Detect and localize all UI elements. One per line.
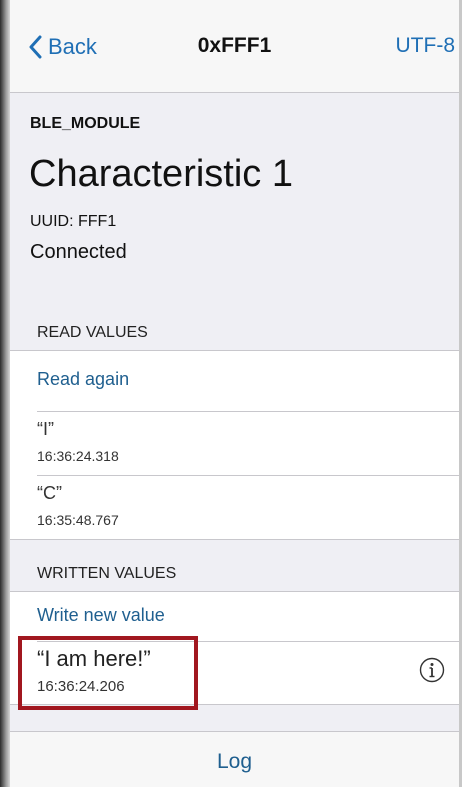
written-values-header-label: WRITTEN VALUES [37, 565, 177, 582]
connection-status: Connected [30, 241, 127, 263]
read-value: “C” [37, 483, 62, 503]
info-icon[interactable] [419, 657, 445, 683]
bottom-toolbar: Log [10, 731, 459, 787]
characteristic-name: Characteristic 1 [29, 153, 293, 195]
navigation-bar: Back 0xFFF1 UTF-8 [10, 0, 459, 93]
device-name: BLE_MODULE [30, 115, 141, 132]
page-title: 0xFFF1 [197, 34, 272, 57]
list-item[interactable]: “I” 16:36:24.318 [37, 412, 459, 476]
list-item[interactable]: “C” 16:35:48.767 [37, 476, 459, 539]
read-values-header-label: READ VALUES [37, 324, 148, 341]
written-values-header: WRITTEN VALUES [10, 551, 459, 591]
read-timestamp: 16:35:48.767 [37, 512, 119, 528]
read-again-label[interactable]: Read again [37, 369, 129, 390]
read-value: “I” [37, 419, 54, 439]
left-edge [0, 0, 10, 787]
read-values-header: READ VALUES [10, 310, 459, 350]
app-screen: Back 0xFFF1 UTF-8 BLE_MODULE Characteris… [0, 0, 462, 787]
characteristic-uuid: UUID: FFF1 [30, 213, 117, 230]
read-again-button[interactable]: Read again [37, 351, 459, 412]
write-new-value-button[interactable]: Write new value [37, 592, 459, 642]
read-timestamp: 16:36:24.318 [37, 448, 119, 464]
encoding-button[interactable]: UTF-8 [396, 34, 456, 58]
read-values-group: Read again “I” 16:36:24.318 “C” 16:35:48… [10, 350, 459, 540]
log-button[interactable]: Log [10, 750, 459, 774]
characteristic-header: BLE_MODULE Characteristic 1 UUID: FFF1 C… [10, 93, 459, 313]
highlight-box [18, 636, 198, 710]
write-new-value-label[interactable]: Write new value [37, 605, 165, 626]
